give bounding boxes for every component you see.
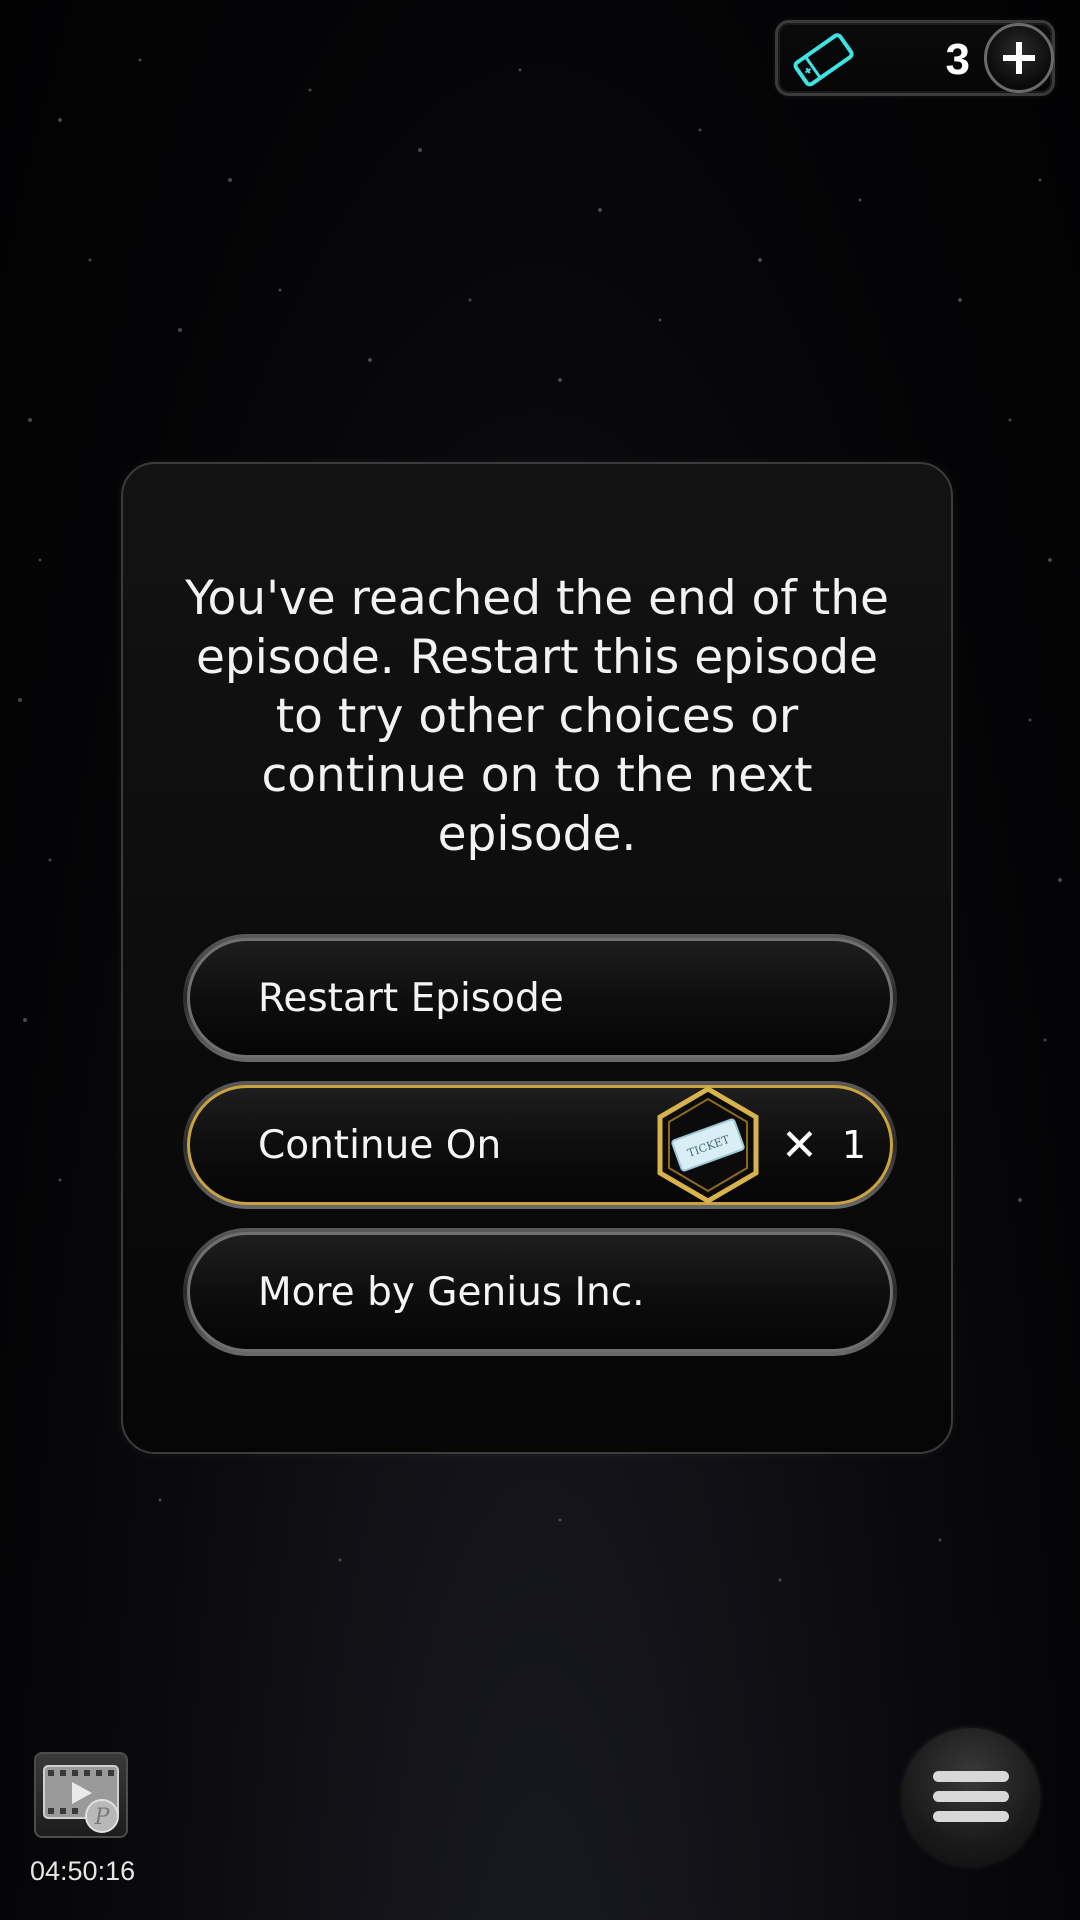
menu-button[interactable]	[902, 1728, 1040, 1866]
continue-cost: TICKET ✕ 1	[653, 1086, 866, 1204]
restart-episode-button[interactable]: Restart Episode	[183, 934, 897, 1062]
game-screen: 3 You've reached the end of the episode.…	[0, 0, 1080, 1920]
plus-icon	[1003, 42, 1035, 74]
ticket-count: 3	[945, 35, 970, 84]
ticket-icon	[793, 33, 854, 87]
dialog-message: You've reached the end of the episode. R…	[185, 571, 889, 862]
restart-episode-label: Restart Episode	[258, 975, 564, 1021]
continue-on-button[interactable]: Continue On TICKET ✕ 1	[183, 1081, 897, 1209]
end-of-episode-dialog: You've reached the end of the episode. R…	[121, 462, 953, 1454]
ticket-badge-icon: TICKET	[657, 1086, 759, 1204]
add-tickets-button[interactable]	[984, 23, 1054, 93]
ticket-counter: 3	[775, 20, 1055, 96]
ticket-cost: 1	[841, 1123, 866, 1167]
video-reward-icon: P	[43, 1765, 119, 1833]
times-symbol: ✕	[780, 1119, 818, 1171]
reward-timer: 04:50:16	[30, 1856, 136, 1886]
svg-text:P: P	[94, 1805, 111, 1830]
continue-on-label: Continue On	[258, 1122, 502, 1168]
video-reward-button[interactable]: P	[34, 1752, 128, 1838]
more-by-genius-label: More by Genius Inc.	[258, 1269, 645, 1315]
more-by-genius-button[interactable]: More by Genius Inc.	[183, 1228, 897, 1356]
hamburger-menu-icon	[933, 1771, 1009, 1822]
